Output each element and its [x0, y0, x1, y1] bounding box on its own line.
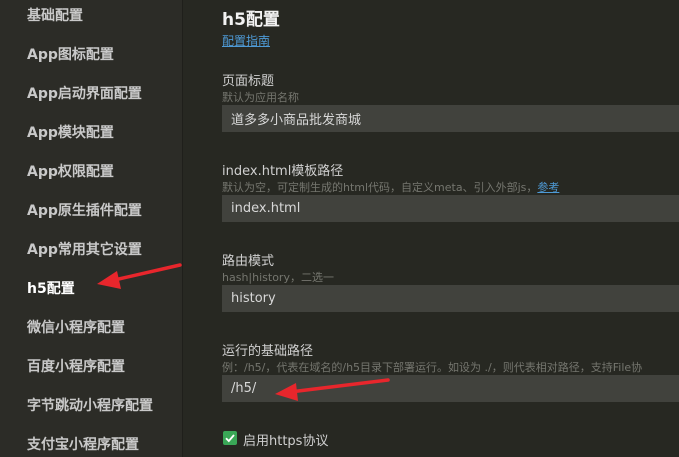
- sidebar-item-baidu-miniprogram[interactable]: 百度小程序配置: [27, 356, 125, 376]
- https-checkbox[interactable]: [223, 431, 237, 445]
- sidebar-item-app-other-settings[interactable]: App常用其它设置: [27, 239, 142, 259]
- sidebar-item-app-permissions[interactable]: App权限配置: [27, 161, 114, 181]
- base-path-input[interactable]: [222, 375, 679, 402]
- sidebar-item-app-modules[interactable]: App模块配置: [27, 122, 114, 142]
- sidebar-item-wechat-miniprogram[interactable]: 微信小程序配置: [27, 317, 125, 337]
- sidebar-item-bytedance-miniprogram[interactable]: 字节跳动小程序配置: [27, 395, 153, 415]
- sidebar-item-app-splash[interactable]: App启动界面配置: [27, 83, 142, 103]
- sidebar-item-alipay-miniprogram[interactable]: 支付宝小程序配置: [27, 434, 139, 454]
- router-mode-label: 路由模式: [222, 254, 275, 269]
- sidebar-item-app-native-plugins[interactable]: App原生插件配置: [27, 200, 142, 220]
- sidebar-item-app-icon[interactable]: App图标配置: [27, 44, 114, 64]
- sidebar-item-h5[interactable]: h5配置: [27, 278, 75, 298]
- template-path-hint: 默认为空，可定制生成的html代码，自定义meta、引入外部js，参考: [222, 179, 679, 195]
- template-path-hint-text: 默认为空，可定制生成的html代码，自定义meta、引入外部js，: [222, 181, 538, 194]
- page-title: h5配置: [222, 10, 280, 30]
- h5-settings-panel: h5配置 配置指南 页面标题 默认为应用名称 index.html模板路径 默认…: [183, 0, 679, 457]
- base-path-label: 运行的基础路径: [222, 344, 314, 359]
- router-mode-input[interactable]: [222, 285, 679, 312]
- page-title-hint: 默认为应用名称: [222, 91, 299, 104]
- template-path-input[interactable]: [222, 195, 679, 222]
- config-guide-link[interactable]: 配置指南: [222, 32, 270, 49]
- checkmark-icon: [225, 434, 235, 443]
- template-reference-link[interactable]: 参考: [537, 181, 559, 194]
- router-mode-hint: hash|history，二选一: [222, 271, 334, 284]
- template-path-label: index.html模板路径: [222, 164, 344, 179]
- settings-sidebar: 基础配置 App图标配置 App启动界面配置 App模块配置 App权限配置 A…: [0, 0, 183, 457]
- page-title-input[interactable]: [222, 105, 679, 132]
- base-path-hint: 例：/h5/，代表在域名的/h5目录下部署运行。如设为 ./，则代表相对路径，支…: [222, 361, 643, 374]
- page-title-label: 页面标题: [222, 74, 275, 89]
- sidebar-item-basic[interactable]: 基础配置: [27, 5, 83, 25]
- https-checkbox-label: 启用https协议: [243, 434, 329, 449]
